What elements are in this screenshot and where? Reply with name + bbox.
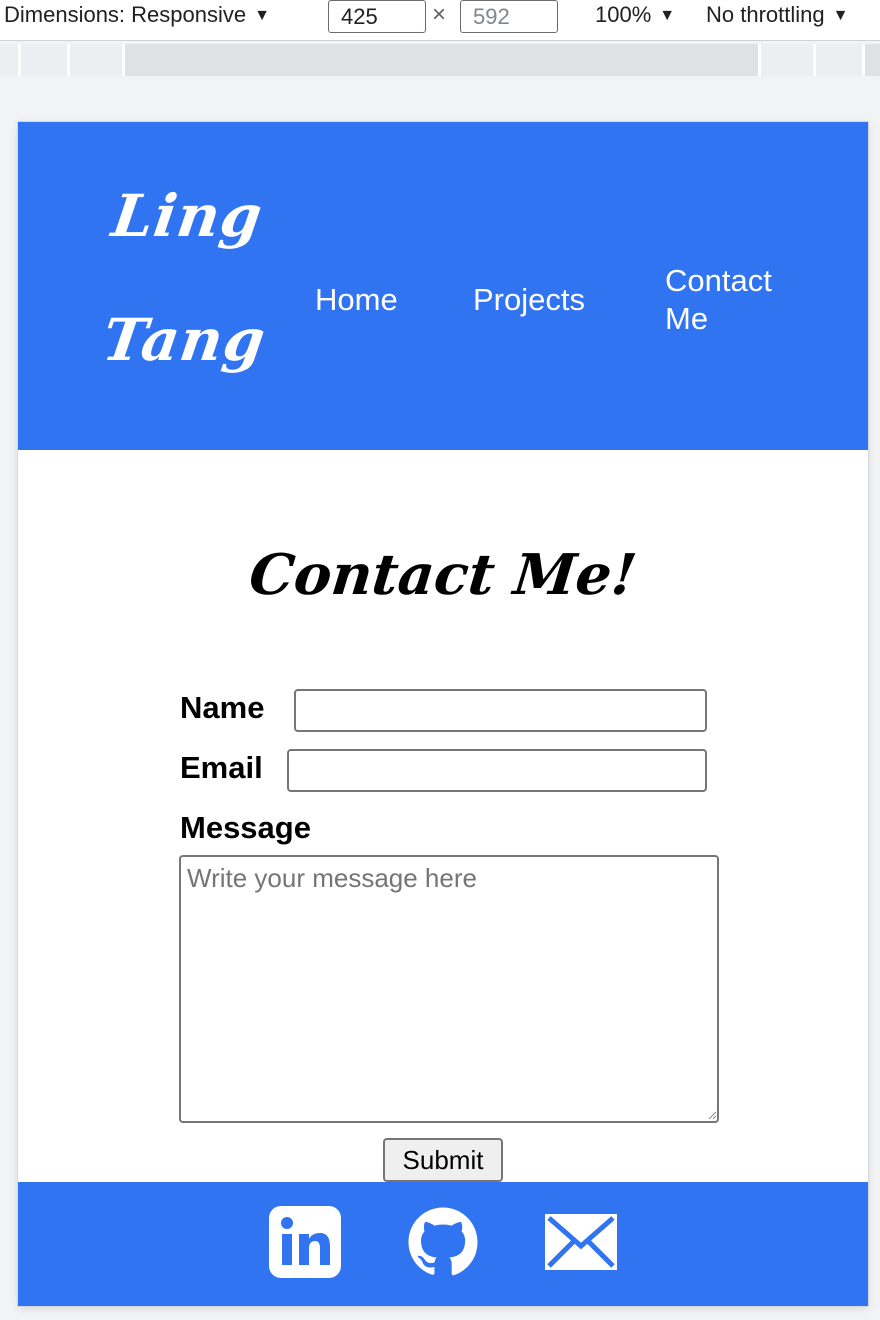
logo-last-name: Tang	[98, 306, 270, 374]
emulated-viewport: Ling Tang Home Projects Contact Me Conta…	[18, 122, 868, 1306]
dimensions-dropdown[interactable]: Dimensions: Responsive ▼	[4, 0, 270, 30]
message-textarea[interactable]	[179, 855, 719, 1123]
email-label: Email	[180, 750, 263, 785]
logo-first-name: Ling	[107, 182, 268, 250]
nav-projects-link[interactable]: Projects	[473, 281, 585, 319]
dimensions-label: Dimensions: Responsive	[4, 2, 247, 27]
message-label: Message	[180, 810, 311, 845]
media-query-divider	[122, 44, 125, 76]
site-footer	[18, 1182, 868, 1306]
media-query-segment[interactable]	[21, 44, 67, 76]
media-query-divider	[862, 44, 865, 76]
zoom-dropdown[interactable]: 100% ▼	[595, 0, 675, 30]
devtools-toolbar: Dimensions: Responsive ▼ 425 × 592 100% ▼ …	[0, 0, 880, 41]
media-query-segment[interactable]	[0, 44, 18, 76]
zoom-label: 100%	[595, 2, 652, 27]
media-query-segment[interactable]	[70, 44, 122, 76]
resize-grip-icon[interactable]	[707, 1110, 717, 1120]
name-field[interactable]	[294, 689, 707, 732]
throttling-label: No throttling	[706, 2, 825, 27]
submit-button[interactable]: Submit	[383, 1138, 503, 1182]
site-header: Ling Tang Home Projects Contact Me	[18, 122, 868, 450]
page-title: Contact Me!	[246, 542, 640, 608]
times-separator: ×	[432, 1, 447, 28]
throttling-dropdown[interactable]: No throttling ▼	[706, 0, 848, 30]
viewport-width-input[interactable]: 425	[328, 0, 426, 33]
email-field[interactable]	[287, 749, 707, 792]
nav-home-link[interactable]: Home	[315, 281, 398, 319]
media-query-bar[interactable]	[0, 44, 880, 76]
site-logo[interactable]: Ling Tang	[91, 182, 297, 374]
github-icon[interactable]	[407, 1206, 479, 1278]
dropdown-arrow-icon: ▼	[659, 7, 676, 24]
media-query-segment[interactable]	[816, 44, 862, 76]
linkedin-icon[interactable]	[269, 1206, 341, 1278]
name-label: Name	[180, 690, 265, 725]
dropdown-arrow-icon: ▼	[832, 7, 849, 24]
viewport-height-input[interactable]: 592	[460, 0, 558, 33]
email-icon[interactable]	[545, 1214, 617, 1270]
media-query-segment[interactable]	[761, 44, 813, 76]
dropdown-arrow-icon: ▼	[254, 7, 270, 24]
nav-contact-link[interactable]: Contact Me	[665, 262, 815, 338]
